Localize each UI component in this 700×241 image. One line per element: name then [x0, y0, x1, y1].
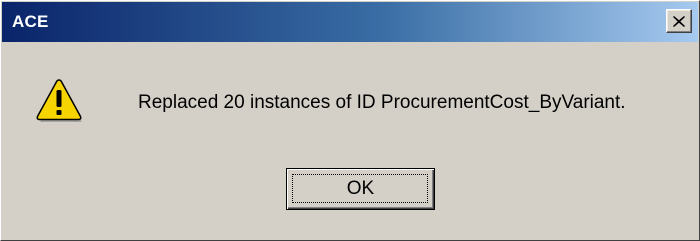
- ok-button[interactable]: OK: [286, 168, 435, 210]
- close-button[interactable]: [666, 9, 692, 33]
- close-icon: [673, 15, 685, 27]
- warning-icon: [36, 79, 82, 122]
- ok-button-label: OK: [346, 178, 375, 199]
- message-text: Replaced 20 instances of ID ProcurementC…: [138, 92, 626, 113]
- window-title: ACE: [12, 12, 49, 31]
- message-dialog: ACE Replaced 20 instances of ID Procurem…: [0, 0, 700, 241]
- title-bar[interactable]: ACE: [2, 2, 698, 42]
